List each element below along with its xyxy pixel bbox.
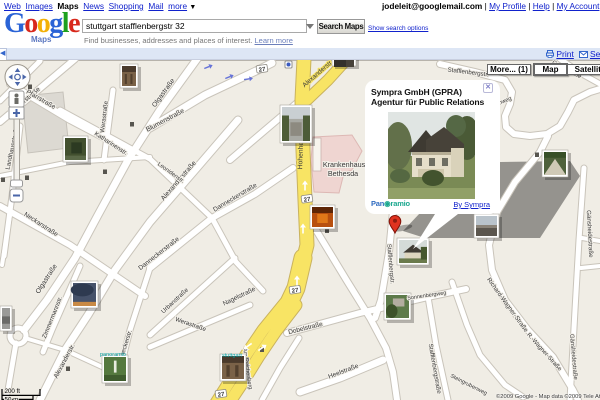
svg-text:Richard-Wagner-Straße: Richard-Wagner-Straße <box>485 277 529 335</box>
svg-text:Gänsheidestraße: Gänsheidestraße <box>585 210 595 258</box>
svg-text:Danneckerstraße: Danneckerstraße <box>137 235 181 271</box>
svg-text:200 ft: 200 ft <box>5 388 21 395</box>
svg-text:panoramio: panoramio <box>100 352 126 358</box>
svg-text:Krankenhaus: Krankenhaus <box>323 160 366 169</box>
svg-text:stuttgart: stuttgart <box>222 353 242 359</box>
svg-text:Bethesda: Bethesda <box>328 169 358 178</box>
svg-text:R.-Wagner-Straße: R.-Wagner-Straße <box>525 332 563 373</box>
svg-text:Dobelstraße: Dobelstraße <box>288 321 324 336</box>
svg-text:Steingrubenweg: Steingrubenweg <box>449 373 488 397</box>
svg-text:50 m: 50 m <box>5 397 19 400</box>
svg-text:Stafflenbergstr.: Stafflenbergstr. <box>447 67 489 79</box>
